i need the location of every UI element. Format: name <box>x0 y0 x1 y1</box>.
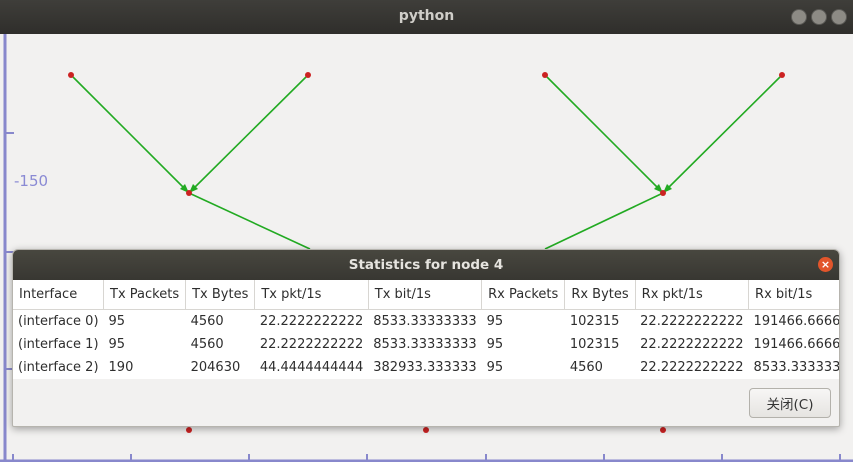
table-cell: 102315 <box>569 314 620 329</box>
table-cell: 22.2222222222 <box>640 337 744 352</box>
link <box>544 74 664 194</box>
table-cell: 382933.333333 <box>373 360 477 375</box>
column-header[interactable]: Rx Bytes <box>564 280 636 310</box>
node <box>660 427 666 433</box>
table-cell: (interface 2) <box>18 360 99 375</box>
link <box>70 74 190 194</box>
node <box>186 427 192 433</box>
statistics-dialog: Statistics for node 4 × Interface Tx Pac… <box>12 249 840 427</box>
table-cell: 22.2222222222 <box>640 314 744 329</box>
table-cell: (interface 0) <box>18 314 99 329</box>
link-arrows <box>180 184 672 193</box>
table-cell: 4560 <box>569 360 603 375</box>
window-title: python <box>398 8 455 24</box>
window-titlebar: python <box>0 0 853 34</box>
table-cell: 22.2222222222 <box>259 337 364 352</box>
axis-tick-label: -150 <box>14 172 49 190</box>
table-cell: 204630 <box>190 360 241 375</box>
statistics-table: Interface Tx Packets Tx Bytes Tx pkt/1s … <box>13 280 840 379</box>
table-cell: 44.4444444444 <box>259 360 364 375</box>
node <box>423 427 429 433</box>
table-cell: (interface 1) <box>18 337 99 352</box>
table-cell: 95 <box>486 314 504 329</box>
table-cell: 8533.33333333 <box>373 337 477 352</box>
link <box>544 192 664 250</box>
close-button[interactable]: 关闭(C) <box>749 388 831 418</box>
column-header[interactable]: Tx pkt/1s <box>254 280 369 310</box>
link <box>188 74 309 194</box>
table-cell: 22.2222222222 <box>640 360 744 375</box>
table-cell: 4560 <box>190 337 224 352</box>
table-cell: 191466.666667 <box>753 314 840 329</box>
table-cell: 95 <box>108 337 126 352</box>
maximize-window-button[interactable] <box>811 9 827 25</box>
table-cell: 22.2222222222 <box>259 314 364 329</box>
dialog-titlebar: Statistics for node 4 × <box>13 250 839 280</box>
column-header[interactable]: Tx bit/1s <box>368 280 483 310</box>
table-cell: 8533.33333333 <box>753 360 840 375</box>
table-cell: 8533.33333333 <box>373 314 477 329</box>
table-cell: 191466.666667 <box>753 337 840 352</box>
dialog-title: Statistics for node 4 <box>348 257 504 273</box>
table-row[interactable]: (interface 2) 190 204630 44.4444444444 3… <box>13 356 840 379</box>
column-header[interactable]: Interface <box>13 280 105 310</box>
column-header[interactable]: Rx pkt/1s <box>635 280 750 310</box>
table-cell: 102315 <box>569 337 620 352</box>
dialog-button-row: 关闭(C) <box>749 388 831 418</box>
node <box>779 72 785 78</box>
table-header-row: Interface Tx Packets Tx Bytes Tx pkt/1s … <box>13 280 839 310</box>
column-header[interactable]: Tx Packets <box>103 280 187 310</box>
table-cell: 190 <box>108 360 134 375</box>
node <box>660 190 666 196</box>
column-header[interactable]: Rx Packets <box>481 280 566 310</box>
table-cell: 4560 <box>190 314 224 329</box>
close-icon[interactable]: × <box>818 257 833 272</box>
node <box>186 190 192 196</box>
node <box>305 72 311 78</box>
table-cell: 95 <box>486 337 504 352</box>
node <box>68 72 74 78</box>
table-row[interactable]: (interface 0) 95 4560 22.2222222222 8533… <box>13 310 840 334</box>
table-cell: 95 <box>108 314 126 329</box>
link <box>188 192 311 250</box>
column-header[interactable]: Tx Bytes <box>185 280 256 310</box>
minimize-window-button[interactable] <box>791 9 807 25</box>
table-cell: 95 <box>486 360 504 375</box>
close-window-button[interactable] <box>831 9 847 25</box>
node <box>542 72 548 78</box>
table-row[interactable]: (interface 1) 95 4560 22.2222222222 8533… <box>13 333 840 356</box>
link <box>662 74 783 194</box>
column-header[interactable]: Rx bit/1s <box>748 280 839 310</box>
